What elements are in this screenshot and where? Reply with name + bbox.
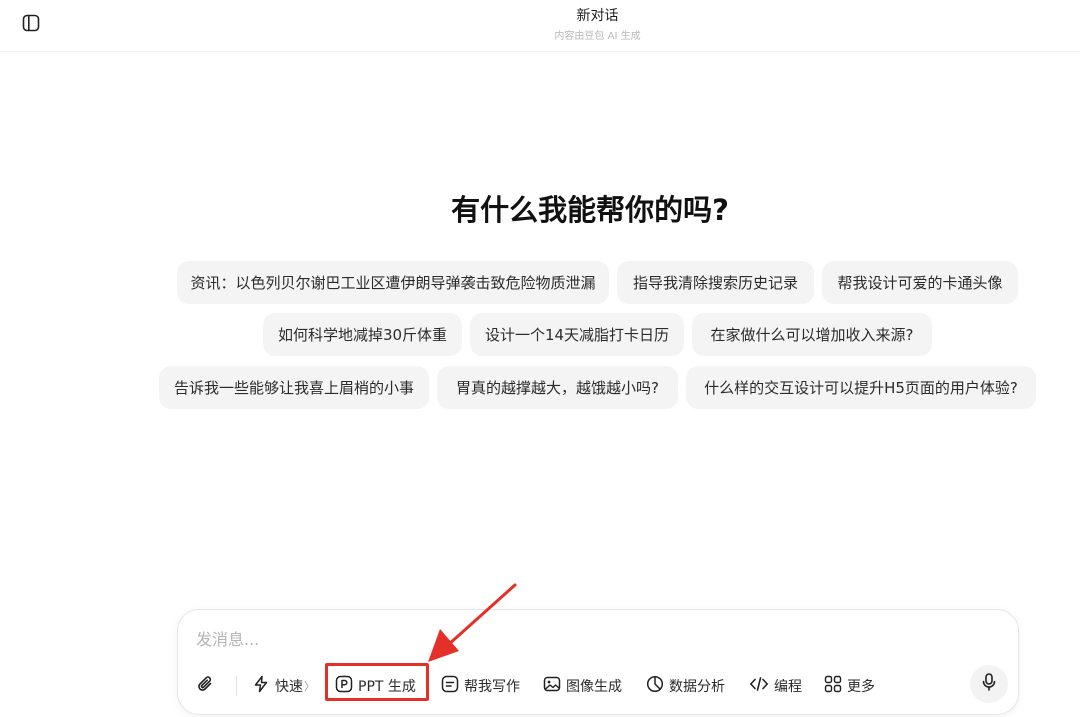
page-subtitle: 内容由豆包 AI 生成 — [554, 31, 641, 42]
writing-label: 帮我写作 — [464, 679, 520, 695]
page-title: 新对话 — [576, 8, 619, 24]
coding-button[interactable]: 编程 — [749, 673, 802, 699]
microphone-button[interactable] — [970, 665, 1008, 703]
microphone-icon — [980, 672, 998, 696]
suggestion-chip[interactable]: 在家做什么可以增加收入来源? — [692, 313, 932, 356]
suggestion-chip[interactable]: 资讯：以色列贝尔谢巴工业区遭伊朗导弹袭击致危险物质泄漏 — [177, 261, 609, 304]
suggestion-chip[interactable]: 如何科学地减掉30斤体重 — [263, 313, 462, 356]
data-analysis-button[interactable]: 数据分析 — [646, 673, 725, 699]
welcome-heading: 有什么我能帮你的吗? — [451, 193, 729, 227]
suggestion-chip[interactable]: 帮我设计可爱的卡通头像 — [822, 261, 1018, 304]
coding-label: 编程 — [774, 679, 802, 695]
image-generate-label: 图像生成 — [566, 679, 622, 695]
app-page: 新对话 内容由豆包 AI 生成 有什么我能帮你的吗? 资讯：以色列贝尔谢巴工业区… — [0, 0, 1080, 717]
lightning-icon — [252, 675, 270, 697]
grid-icon — [824, 675, 842, 697]
ppt-generate-button[interactable]: PPT 生成 — [335, 673, 416, 699]
paperclip-icon — [196, 674, 216, 698]
suggestion-chip[interactable]: 什么样的交互设计可以提升H5页面的用户体验? — [686, 366, 1036, 409]
message-input[interactable] — [196, 626, 986, 652]
suggestion-chip[interactable]: 设计一个14天减脂打卡日历 — [470, 313, 684, 356]
image-generate-button[interactable]: 图像生成 — [543, 673, 622, 699]
pie-chart-icon — [646, 675, 664, 697]
toolbar-divider — [236, 676, 237, 696]
write-icon — [441, 675, 459, 697]
more-label: 更多 — [847, 679, 875, 695]
quick-mode-label: 快速 — [275, 679, 303, 695]
chevron-right-icon: 〉 — [304, 680, 315, 693]
header: 新对话 内容由豆包 AI 生成 — [0, 0, 1080, 52]
ppt-icon — [335, 675, 353, 697]
writing-button[interactable]: 帮我写作 — [441, 673, 520, 699]
code-icon — [749, 675, 769, 697]
suggestion-chip[interactable]: 指导我清除搜索历史记录 — [617, 261, 814, 304]
suggestion-chip[interactable]: 胃真的越撑越大，越饿越小吗? — [437, 366, 678, 409]
ppt-generate-label: PPT 生成 — [358, 679, 416, 695]
attach-button[interactable] — [196, 673, 216, 699]
quick-mode-button[interactable]: 快速 〉 — [252, 673, 315, 699]
suggestion-chip[interactable]: 告诉我一些能够让我喜上眉梢的小事 — [159, 366, 429, 409]
more-button[interactable]: 更多 — [824, 673, 875, 699]
message-composer: 快速 〉 PPT 生成 帮我写作 — [177, 609, 1019, 715]
image-icon — [543, 675, 561, 697]
data-analysis-label: 数据分析 — [669, 679, 725, 695]
